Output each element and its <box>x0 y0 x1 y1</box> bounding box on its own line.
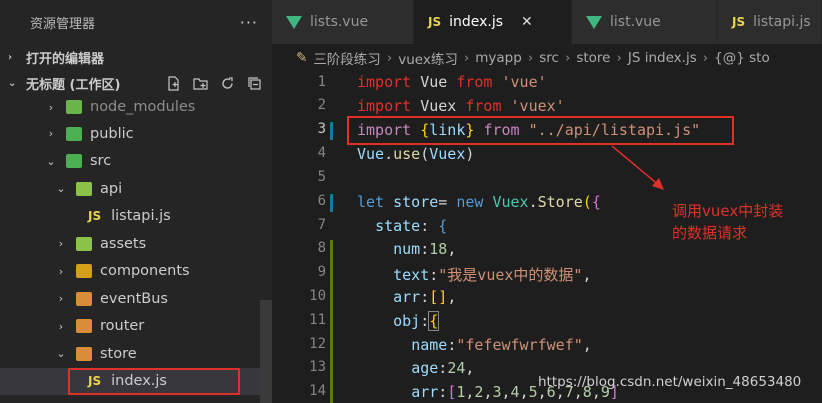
annotation-line: 调用vuex中封装 <box>672 202 784 220</box>
annotation-text: 调用vuex中封装 的数据请求 <box>672 200 783 244</box>
watermark: https://blog.csdn.net/weixin_48653480 <box>538 374 802 390</box>
annotation-line: 的数据请求 <box>672 224 748 242</box>
